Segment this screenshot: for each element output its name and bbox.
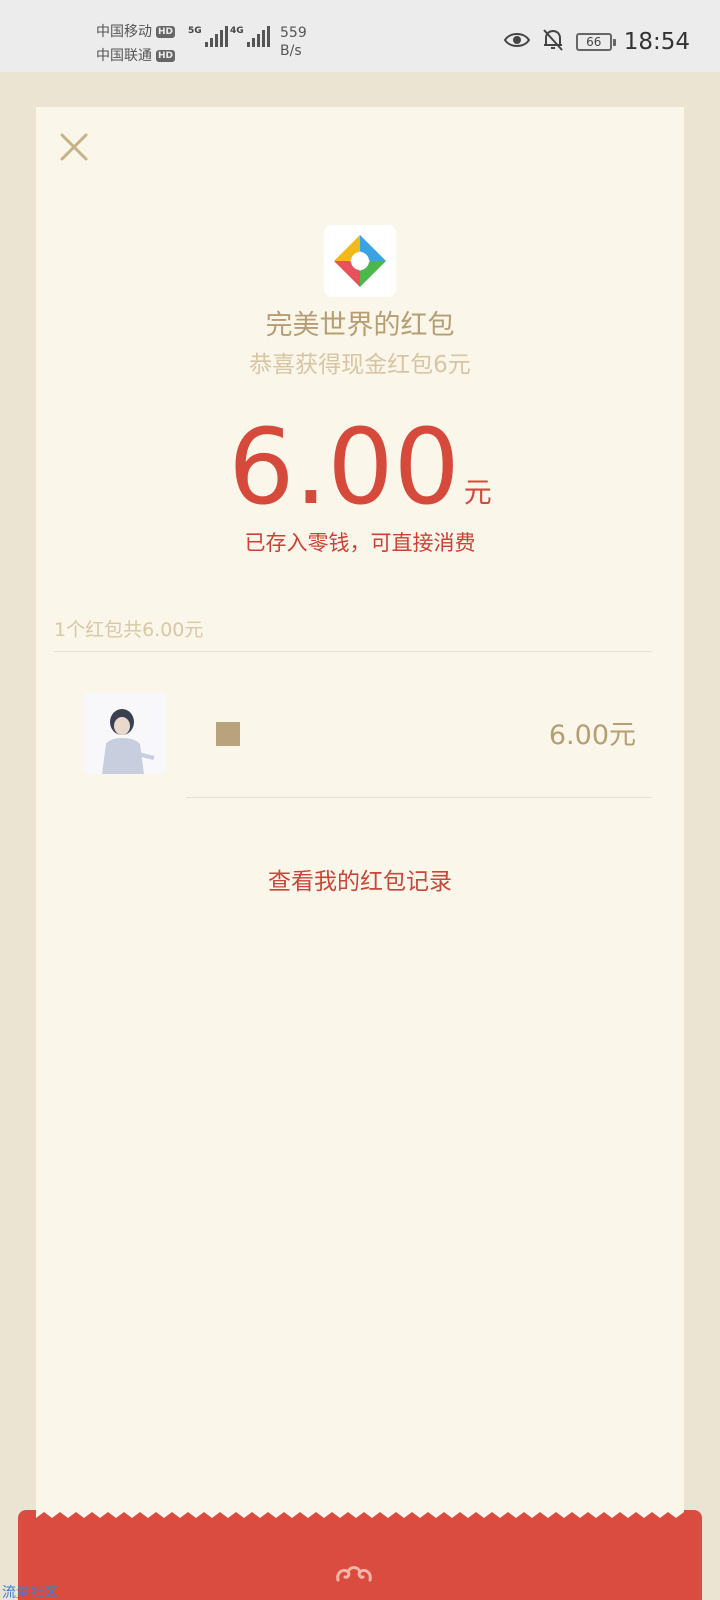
avatar[interactable] xyxy=(84,692,166,774)
hd-badge: HD xyxy=(156,50,176,62)
bottom-red-panel xyxy=(18,1510,702,1600)
status-bar: 中国移动 HD 中国联通 HD 5G 4G 559 B/s 66 18:54 xyxy=(0,0,720,72)
status-clock: 18:54 xyxy=(623,29,690,55)
packet-summary: 1个红包共6.00元 xyxy=(54,619,204,641)
battery-level: 66 xyxy=(586,35,602,49)
receiver-amount: 6.00元 xyxy=(548,720,636,751)
packet-subtitle: 恭喜获得现金红包6元 xyxy=(249,352,471,378)
speed-value: 559 xyxy=(280,25,307,41)
receiver-row[interactable]: 6.00元 xyxy=(36,677,684,787)
hd-badge: HD xyxy=(156,26,176,38)
carrier-2-label: 中国联通 xyxy=(96,48,152,64)
deposit-note: 已存入零钱，可直接消费 xyxy=(244,531,476,555)
signal-icon: 5G xyxy=(188,26,228,47)
app-logo-icon xyxy=(334,235,386,287)
amount-display: 6.00 元 xyxy=(36,407,684,527)
network-speed: 559 B/s xyxy=(280,24,307,60)
battery-icon: 66 xyxy=(575,33,616,51)
bell-off-icon xyxy=(542,28,564,56)
network-1-label: 5G xyxy=(188,26,202,36)
carrier-1-label: 中国移动 xyxy=(96,24,152,40)
close-button[interactable] xyxy=(56,129,92,165)
eye-icon xyxy=(503,31,530,53)
receiver-name xyxy=(216,722,240,746)
red-packet-history-link[interactable]: 查看我的红包记录 xyxy=(36,862,684,896)
signal-icon: 4G xyxy=(230,26,270,47)
divider xyxy=(186,797,652,798)
close-icon[interactable] xyxy=(56,129,92,165)
sender-title: 完美世界的红包 xyxy=(265,310,455,341)
amount-unit: 元 xyxy=(463,476,492,509)
avatar-image xyxy=(84,692,166,774)
watermark-text: 流量社区 xyxy=(2,1585,58,1600)
app-logo xyxy=(324,225,396,297)
amount-value: 6.00 xyxy=(228,406,460,528)
divider xyxy=(54,651,652,652)
speed-unit: B/s xyxy=(280,43,302,59)
zigzag-edge xyxy=(36,1506,684,1518)
carrier-info: 中国移动 HD 中国联通 HD xyxy=(96,20,176,68)
network-2-label: 4G xyxy=(230,26,244,36)
cloud-swirl-icon xyxy=(336,1566,372,1582)
red-packet-detail-card: 完美世界的红包 恭喜获得现金红包6元 6.00 元 已存入零钱，可直接消费 1个… xyxy=(36,107,684,1537)
